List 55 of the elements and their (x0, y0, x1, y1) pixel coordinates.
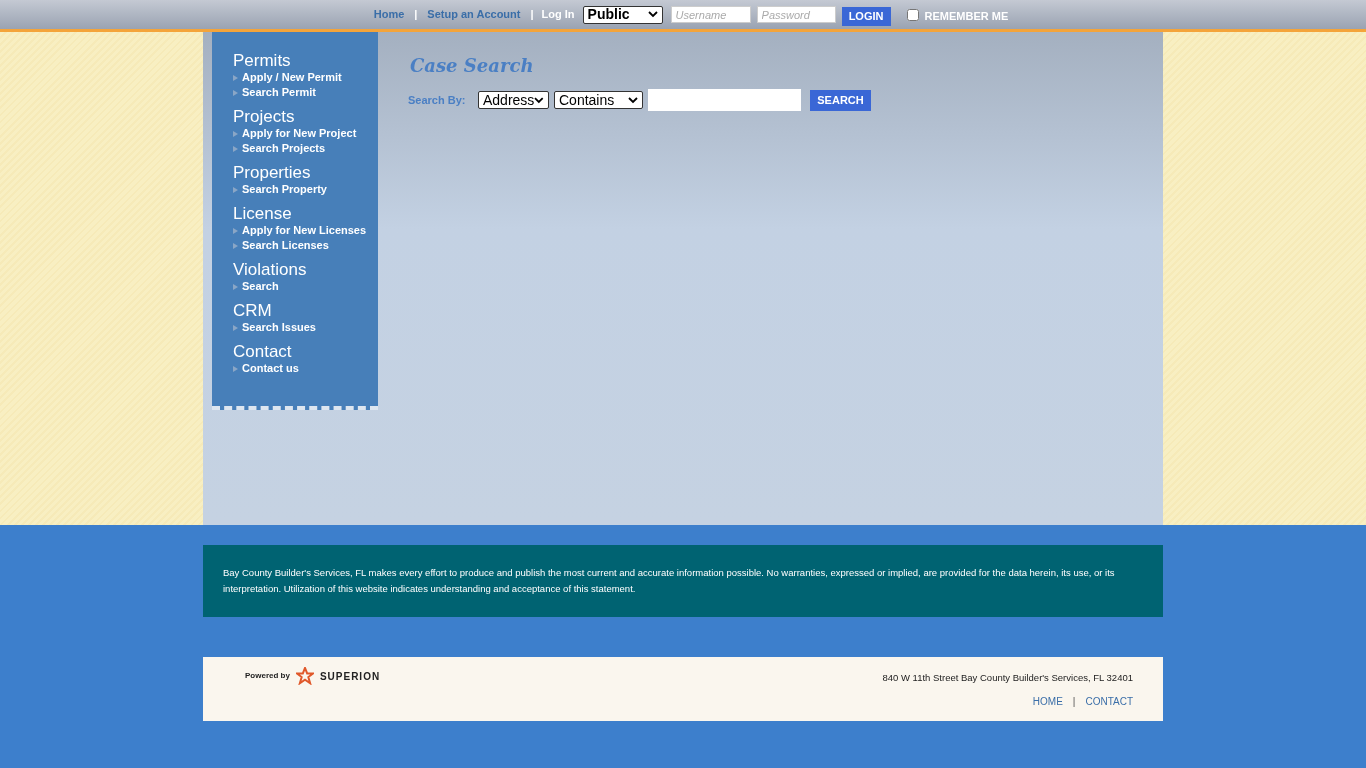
brand-name: SUPERION (319, 669, 381, 684)
match-select[interactable]: Contains (554, 91, 643, 109)
sidebar-link[interactable]: Search Licenses (242, 237, 329, 254)
username-field[interactable]: Username (670, 6, 751, 23)
bullet-icon (233, 186, 238, 193)
page-title: Case Search (410, 54, 535, 78)
separator: | (1072, 695, 1076, 710)
search-button[interactable]: SEARCH (810, 89, 871, 111)
footer-link[interactable]: CONTACT (1085, 694, 1133, 710)
search-by-label: Search By: (408, 92, 467, 108)
sidebar-link[interactable]: Apply / New Permit (242, 69, 342, 86)
sidebar-link[interactable]: Search Issues (242, 319, 316, 336)
bullet-icon (233, 145, 238, 152)
sidebar-link[interactable]: Search Permit (242, 84, 316, 101)
sidebar-link[interactable]: Contact us (242, 360, 299, 377)
role-select[interactable]: Public (582, 5, 663, 24)
sidebar-link[interactable]: Search Property (242, 181, 327, 198)
login-button[interactable]: LOGIN (841, 6, 891, 26)
remember-checkbox[interactable] (906, 8, 919, 21)
footer-link[interactable]: HOME (1032, 694, 1063, 710)
remember-label: REMEMBER ME (924, 8, 1009, 24)
field-select[interactable]: Address (478, 91, 549, 109)
section-heading: Contact (233, 343, 293, 361)
login-label: Log In (541, 7, 575, 23)
bullet-icon (233, 283, 238, 290)
caret-icon (647, 11, 658, 18)
address-text: 840 W 11th Street Bay County Builder's Services, FL 32401 (882, 671, 1133, 685)
caret-icon (628, 96, 638, 104)
section-heading: Properties (233, 164, 312, 182)
bullet-icon (233, 227, 238, 234)
section-heading: CRM (233, 302, 273, 320)
nav-link[interactable]: Setup an Account (427, 6, 521, 23)
sidebar-link[interactable]: Search (242, 278, 279, 295)
separator: | (530, 7, 534, 23)
section-heading: License (233, 205, 293, 223)
bullet-icon (233, 74, 238, 81)
section-heading: Permits (233, 52, 292, 70)
section-heading: Projects (233, 108, 296, 126)
nav-link[interactable]: Home (373, 6, 405, 23)
password-field[interactable]: Password (756, 6, 836, 23)
bullet-icon (233, 242, 238, 249)
bullet-icon (233, 89, 238, 96)
bullet-icon (233, 365, 238, 372)
disclaimer-text: Bay County Builder's Services, FL makes every effort to produce and publish the most current and accurate information possible. No warranties, expressed or implied, are provided for the data herein, its use, or its interpretation. Utilization of this website indicates understanding and acceptance of this statement. (223, 566, 1116, 596)
bullet-icon (233, 130, 238, 137)
caret-icon (534, 96, 544, 104)
sidebar-link[interactable]: Apply for New Licenses (242, 222, 367, 239)
powered-by-label: Powered by (245, 670, 290, 682)
separator: | (414, 7, 418, 23)
search-field[interactable] (648, 89, 801, 111)
section-heading: Violations (233, 261, 308, 279)
star-icon (295, 667, 314, 685)
sidebar-link[interactable]: Search Projects (242, 140, 326, 157)
sidebar-link[interactable]: Apply for New Project (242, 125, 357, 142)
bullet-icon (233, 324, 238, 331)
